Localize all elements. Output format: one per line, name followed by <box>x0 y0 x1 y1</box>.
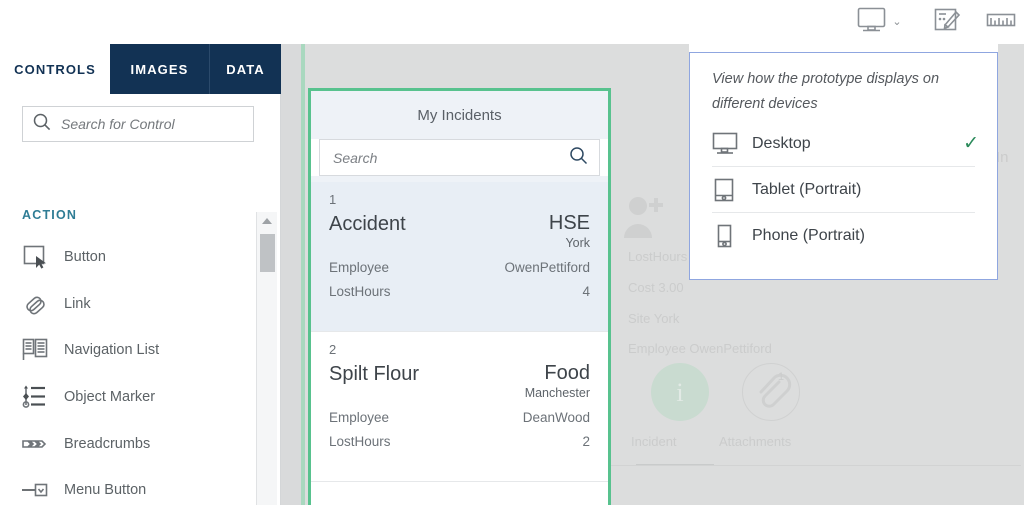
row-title: Spilt Flour <box>329 363 420 385</box>
tab-images[interactable]: IMAGES <box>110 44 210 94</box>
control-item-label: Menu Button <box>64 482 147 499</box>
control-search-box[interactable] <box>22 106 254 142</box>
row-field-value: 4 <box>582 284 590 299</box>
button-icon <box>22 244 56 270</box>
scrollbar-thumb[interactable] <box>260 234 275 272</box>
row-field-key: Employee <box>329 260 390 275</box>
app-root: ⌄ LostHours Cost 3.00 Site York Employee… <box>0 0 1024 505</box>
my-incidents-card[interactable]: My Incidents 1 Accident HSE <box>308 88 611 505</box>
attachments-tab-circle <box>742 363 800 421</box>
row-index: 2 <box>329 342 337 357</box>
phone-icon <box>712 223 746 249</box>
bg-tab-attachments-label: Attachments <box>719 434 792 449</box>
popover-option-desktop[interactable]: Desktop ✓ <box>690 121 997 166</box>
card-header: My Incidents <box>311 91 608 139</box>
background-accent-bar <box>301 44 305 505</box>
tab-data[interactable]: DATA <box>210 44 281 94</box>
row-site: York <box>565 236 590 250</box>
bg-text-cost: Cost 3.00 <box>628 280 684 295</box>
bg-attachment-count: 1 <box>778 371 785 383</box>
check-icon: ✓ <box>963 133 979 154</box>
control-list: Button Link Navigation List Object Marke… <box>0 234 255 505</box>
row-site: Manchester <box>524 386 590 400</box>
table-row[interactable]: 1 Accident HSE York Employee OwenPettifo… <box>311 182 608 331</box>
control-item-label: Breadcrumbs <box>64 435 151 452</box>
control-item-label: Button <box>64 249 106 266</box>
row-title: Accident <box>329 213 406 235</box>
popover-option-phone[interactable]: Phone (Portrait) <box>690 213 997 258</box>
bg-text-site: Site York <box>628 311 680 326</box>
bg-text-employee: Employee OwenPettiford <box>628 341 772 356</box>
left-panel: CONTROLS IMAGES DATA ACTION <box>0 44 281 505</box>
control-item-label: Link <box>64 295 91 312</box>
monitor-icon <box>856 6 888 39</box>
popover-option-tablet[interactable]: Tablet (Portrait) <box>690 167 997 212</box>
row-field-key: LostHours <box>329 434 391 449</box>
control-search-input[interactable] <box>59 107 253 141</box>
control-group-header: ACTION <box>22 208 78 222</box>
link-chain-icon <box>22 291 56 317</box>
control-item-breadcrumbs[interactable]: Breadcrumbs <box>0 420 255 467</box>
avatar-add-icon <box>618 194 674 242</box>
svg-text:i: i <box>676 378 683 407</box>
chevron-down-icon: ⌄ <box>892 15 902 28</box>
breadcrumbs-icon <box>22 431 56 457</box>
row-category: Food <box>544 362 590 384</box>
row-field-key: LostHours <box>329 284 391 299</box>
control-item-label: Object Marker <box>64 389 156 406</box>
row-category: HSE <box>548 212 590 234</box>
bg-text-losthours: LostHours <box>628 249 688 264</box>
row-index: 1 <box>329 192 337 207</box>
card-search-input[interactable] <box>331 148 569 167</box>
object-marker-icon <box>22 384 56 410</box>
tablet-icon <box>712 177 746 203</box>
row-field-value: OwenPettiford <box>504 260 590 275</box>
row-field-key: Employee <box>329 410 390 425</box>
scroll-up-arrow-icon[interactable] <box>257 212 277 229</box>
search-icon <box>32 112 52 137</box>
panel-tabs: CONTROLS IMAGES DATA <box>0 44 281 94</box>
popover-option-label: Desktop <box>752 134 811 152</box>
ruler-icon <box>986 10 1016 35</box>
popover-hint: View how the prototype displays on diffe… <box>712 71 940 112</box>
row-divider <box>311 481 608 482</box>
card-title: My Incidents <box>417 106 502 124</box>
control-item-button[interactable]: Button <box>0 234 255 281</box>
card-search-box[interactable] <box>319 139 600 176</box>
popover-option-label: Phone (Portrait) <box>752 226 865 244</box>
desktop-monitor-icon <box>712 132 746 156</box>
search-icon[interactable] <box>569 146 588 170</box>
row-field-value: 2 <box>582 434 590 449</box>
control-item-link[interactable]: Link <box>0 281 255 328</box>
popover-notch <box>833 37 857 52</box>
menu-button-icon <box>22 477 56 503</box>
popover-option-label: Tablet (Portrait) <box>752 180 862 198</box>
control-item-label: Navigation List <box>64 342 160 359</box>
control-item-navigation-list[interactable]: Navigation List <box>0 327 255 374</box>
control-item-menu-button[interactable]: Menu Button <box>0 467 255 505</box>
bg-tab-incident-label: Incident <box>631 434 677 449</box>
control-list-scrollbar[interactable] <box>256 212 277 505</box>
tab-controls[interactable]: CONTROLS <box>0 44 110 94</box>
incident-tab-circle: i <box>651 363 709 421</box>
control-item-object-marker[interactable]: Object Marker <box>0 374 255 421</box>
table-row[interactable]: 2 Spilt Flour Food Manchester Employee D… <box>311 332 608 481</box>
row-field-value: DeanWood <box>522 410 590 425</box>
device-preview-popover: View how the prototype displays on diffe… <box>689 52 998 280</box>
navigation-list-icon <box>22 337 56 363</box>
paint-palette-icon <box>932 5 962 40</box>
